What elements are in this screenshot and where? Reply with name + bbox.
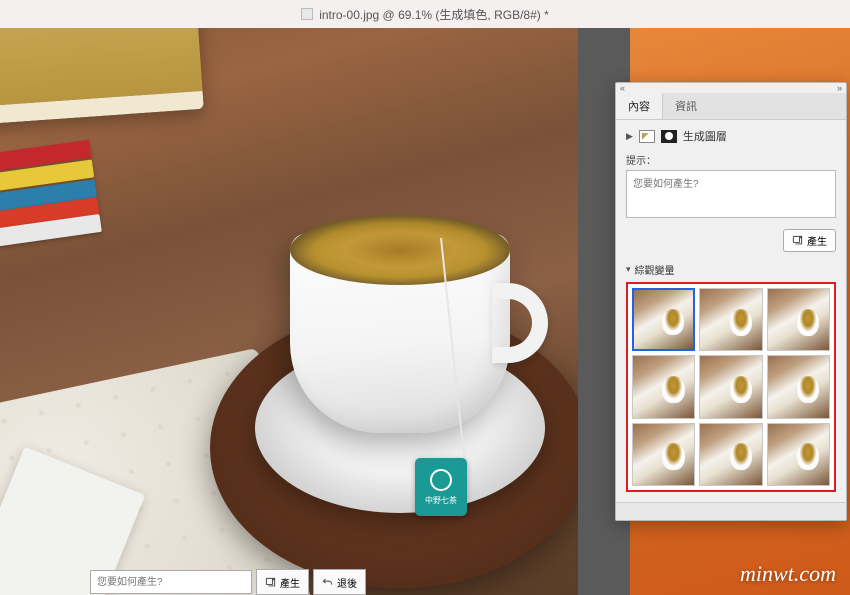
prompt-label: 提示： [626,152,836,167]
back-button[interactable]: 退後 [313,569,366,595]
variation-thumb-3[interactable] [767,288,830,351]
generate-icon [792,235,803,246]
canvas[interactable]: 中野七茶 產生 退後 [0,28,578,595]
layer-row: ▶ 生成圖層 [626,128,836,144]
tab-info[interactable]: 資訊 [663,93,709,119]
document-title: intro-00.jpg @ 69.1% (生成填色, RGB/8#) * [319,6,549,23]
generate-button-bottom[interactable]: 產生 [256,569,309,595]
variation-thumb-4[interactable] [632,355,695,418]
watermark: minwt.com [740,561,836,587]
chevron-right-icon[interactable]: ▶ [626,131,633,142]
generate-icon [265,577,276,588]
variation-thumb-1[interactable] [632,288,695,351]
variation-thumb-9[interactable] [767,423,830,486]
properties-panel: « » 內容 資訊 ▶ 生成圖層 提示： 產生 ▾ 綜觀變量 [615,82,847,521]
photo-teacup [290,193,510,433]
panel-expand-icon[interactable]: » [837,83,842,93]
photo-teabag-tag: 中野七茶 [415,458,467,516]
undo-icon [322,577,333,588]
variations-header-label: 綜觀變量 [635,262,675,277]
variations-header[interactable]: ▾ 綜觀變量 [626,262,836,277]
variation-thumb-8[interactable] [699,423,762,486]
document-icon [301,8,313,20]
generate-button-bottom-label: 產生 [280,575,300,590]
tab-content[interactable]: 內容 [616,93,663,119]
prompt-input-bottom[interactable] [90,570,252,594]
layer-thumbnail-icon[interactable] [639,130,655,143]
prompt-input[interactable] [626,170,836,218]
chevron-down-icon: ▾ [626,264,631,275]
variations-grid [626,282,836,492]
panel-collapse-icon[interactable]: « [620,83,625,93]
variation-thumb-7[interactable] [632,423,695,486]
panel-footer [616,502,846,520]
generate-button-label: 產生 [807,233,827,248]
photo-books [0,28,220,318]
back-button-label: 退後 [337,575,357,590]
variation-thumb-5[interactable] [699,355,762,418]
window-titlebar: intro-00.jpg @ 69.1% (生成填色, RGB/8#) * [0,0,850,28]
generate-button[interactable]: 產生 [783,229,836,252]
layer-mask-icon[interactable] [661,130,677,143]
variation-thumb-2[interactable] [699,288,762,351]
variation-thumb-6[interactable] [767,355,830,418]
layer-name: 生成圖層 [683,128,727,144]
contextual-taskbar: 產生 退後 [90,569,366,595]
panel-tabs: 內容 資訊 [616,93,846,120]
